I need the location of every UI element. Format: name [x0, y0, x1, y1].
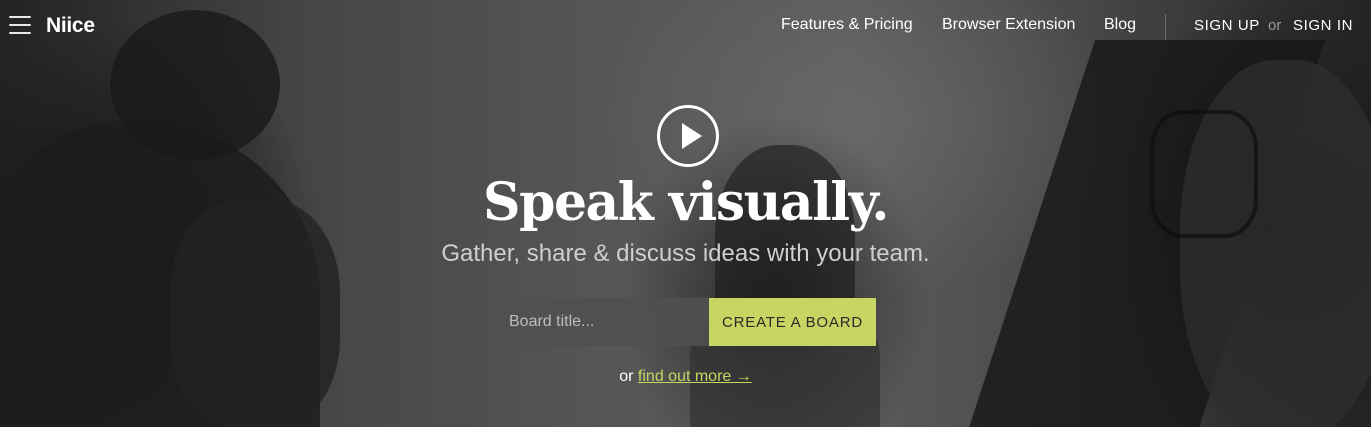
board-title-input[interactable] [497, 298, 709, 346]
sign-in-link[interactable]: SIGN IN [1293, 17, 1353, 34]
find-out-more-link[interactable]: find out more → [638, 368, 752, 385]
play-icon[interactable] [657, 105, 719, 167]
auth-or-text: or [1268, 17, 1282, 34]
hero-headline: Speak visually. [483, 172, 889, 233]
nav-link-browser-extension[interactable]: Browser Extension [942, 16, 1075, 34]
nav-divider [1165, 14, 1166, 40]
logo[interactable]: Niice [46, 14, 95, 38]
find-out-more-line: or find out more → [0, 368, 1371, 386]
hero-subheadline: Gather, share & discuss ideas with your … [441, 240, 930, 267]
hamburger-menu-icon[interactable] [9, 16, 31, 34]
hero-section: Niice Features & Pricing Browser Extensi… [0, 0, 1371, 427]
find-out-prefix: or [619, 368, 634, 385]
nav-link-features-pricing[interactable]: Features & Pricing [781, 16, 913, 34]
sign-up-link[interactable]: SIGN UP [1194, 17, 1260, 34]
nav-link-blog[interactable]: Blog [1104, 16, 1136, 34]
create-board-button[interactable]: CREATE A BOARD [709, 298, 876, 346]
top-nav: Niice Features & Pricing Browser Extensi… [0, 0, 1371, 52]
